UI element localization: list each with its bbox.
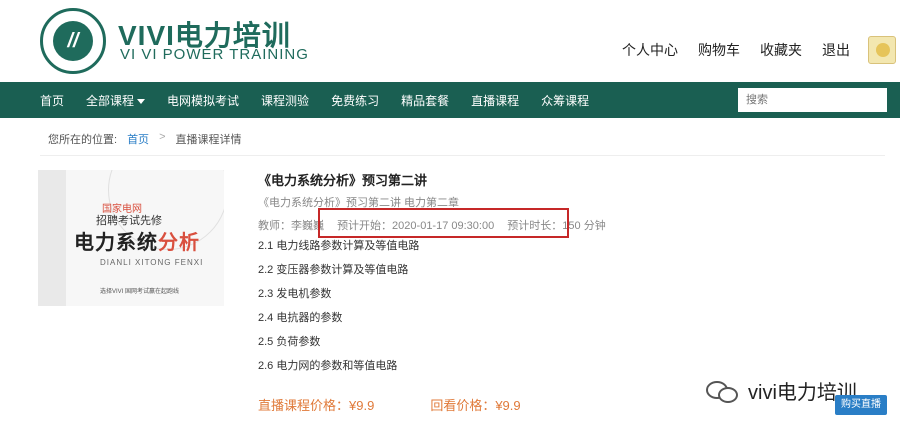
course-title: 《电力系统分析》预习第二讲 (258, 173, 428, 188)
nav-crowdfund-courses[interactable]: 众筹课程 (541, 92, 589, 109)
nav-course-quiz[interactable]: 课程测验 (261, 92, 309, 109)
chevron-down-icon (137, 98, 146, 104)
list-item: 2.6 电力网的参数和等值电路 (258, 360, 398, 372)
list-item: 2.3 发电机参数 (258, 288, 332, 300)
cover-title: 电力系统分析 (74, 230, 200, 254)
list-item: 2.1 电力线路参数计算及等值电路 (258, 240, 420, 252)
logo-sub-text: VI VI POWER TRAINING (120, 46, 309, 63)
nav-grid-mock-exam[interactable]: 电网模拟考试 (167, 92, 239, 109)
nav-home[interactable]: 首页 (40, 92, 64, 109)
buy-live-button[interactable]: 购买直播 (835, 395, 887, 415)
divider (40, 155, 885, 156)
user-nav: 个人中心 购物车 收藏夹 退出 (622, 40, 850, 60)
breadcrumb-separator: > (159, 131, 166, 143)
logout-link[interactable]: 退出 (822, 40, 850, 60)
site-header: // VIVI电力培训 VI VI POWER TRAINING 个人中心 购物… (0, 0, 900, 82)
breadcrumb-home-link[interactable]: 首页 (127, 131, 149, 147)
user-center-link[interactable]: 个人中心 (622, 40, 678, 60)
teacher-label: 教师：李巍巍 (258, 220, 324, 232)
search-input[interactable] (738, 88, 887, 112)
avatar[interactable] (868, 36, 896, 64)
cover-pinyin: DIANLI XITONG FENXI (100, 258, 204, 267)
cover-bottom-text: 选择VIVI 国网考试赢在起跑线 (100, 289, 180, 295)
live-price: 直播课程价格：¥9.9 (258, 398, 375, 413)
list-item: 2.5 负荷参数 (258, 336, 321, 348)
price-row: 直播课程价格：¥9.9 回看价格：¥9.9 (258, 395, 521, 414)
breadcrumb-prefix: 您所在的位置: (48, 134, 118, 146)
nav-premium-package[interactable]: 精品套餐 (401, 92, 449, 109)
cart-link[interactable]: 购物车 (698, 40, 740, 60)
logo-mark: // (53, 21, 93, 61)
nav-free-practice[interactable]: 免费练习 (331, 92, 379, 109)
chapter-list: 2.1 电力线路参数计算及等值电路 2.2 变压器参数计算及等值电路 2.3 发… (258, 238, 419, 382)
replay-price: 回看价格：¥9.9 (430, 398, 521, 413)
nav-live-courses[interactable]: 直播课程 (471, 92, 519, 109)
logo-emblem[interactable]: // (40, 8, 106, 74)
nav-all-courses[interactable]: 全部课程 (86, 92, 146, 109)
highlight-annotation-box (318, 208, 569, 238)
favorites-link[interactable]: 收藏夹 (760, 40, 802, 60)
breadcrumb: 您所在的位置: 首页 > 直播课程详情 (48, 131, 242, 147)
nav-all-courses-label: 全部课程 (86, 93, 135, 108)
wechat-icon (706, 379, 740, 403)
breadcrumb-current: 直播课程详情 (175, 134, 242, 146)
course-cover-image: 国家电网 招聘考试先修 电力系统分析 DIANLI XITONG FENXI 选… (38, 170, 224, 306)
list-item: 2.2 变压器参数计算及等值电路 (258, 264, 409, 276)
list-item: 2.4 电抗器的参数 (258, 312, 343, 324)
